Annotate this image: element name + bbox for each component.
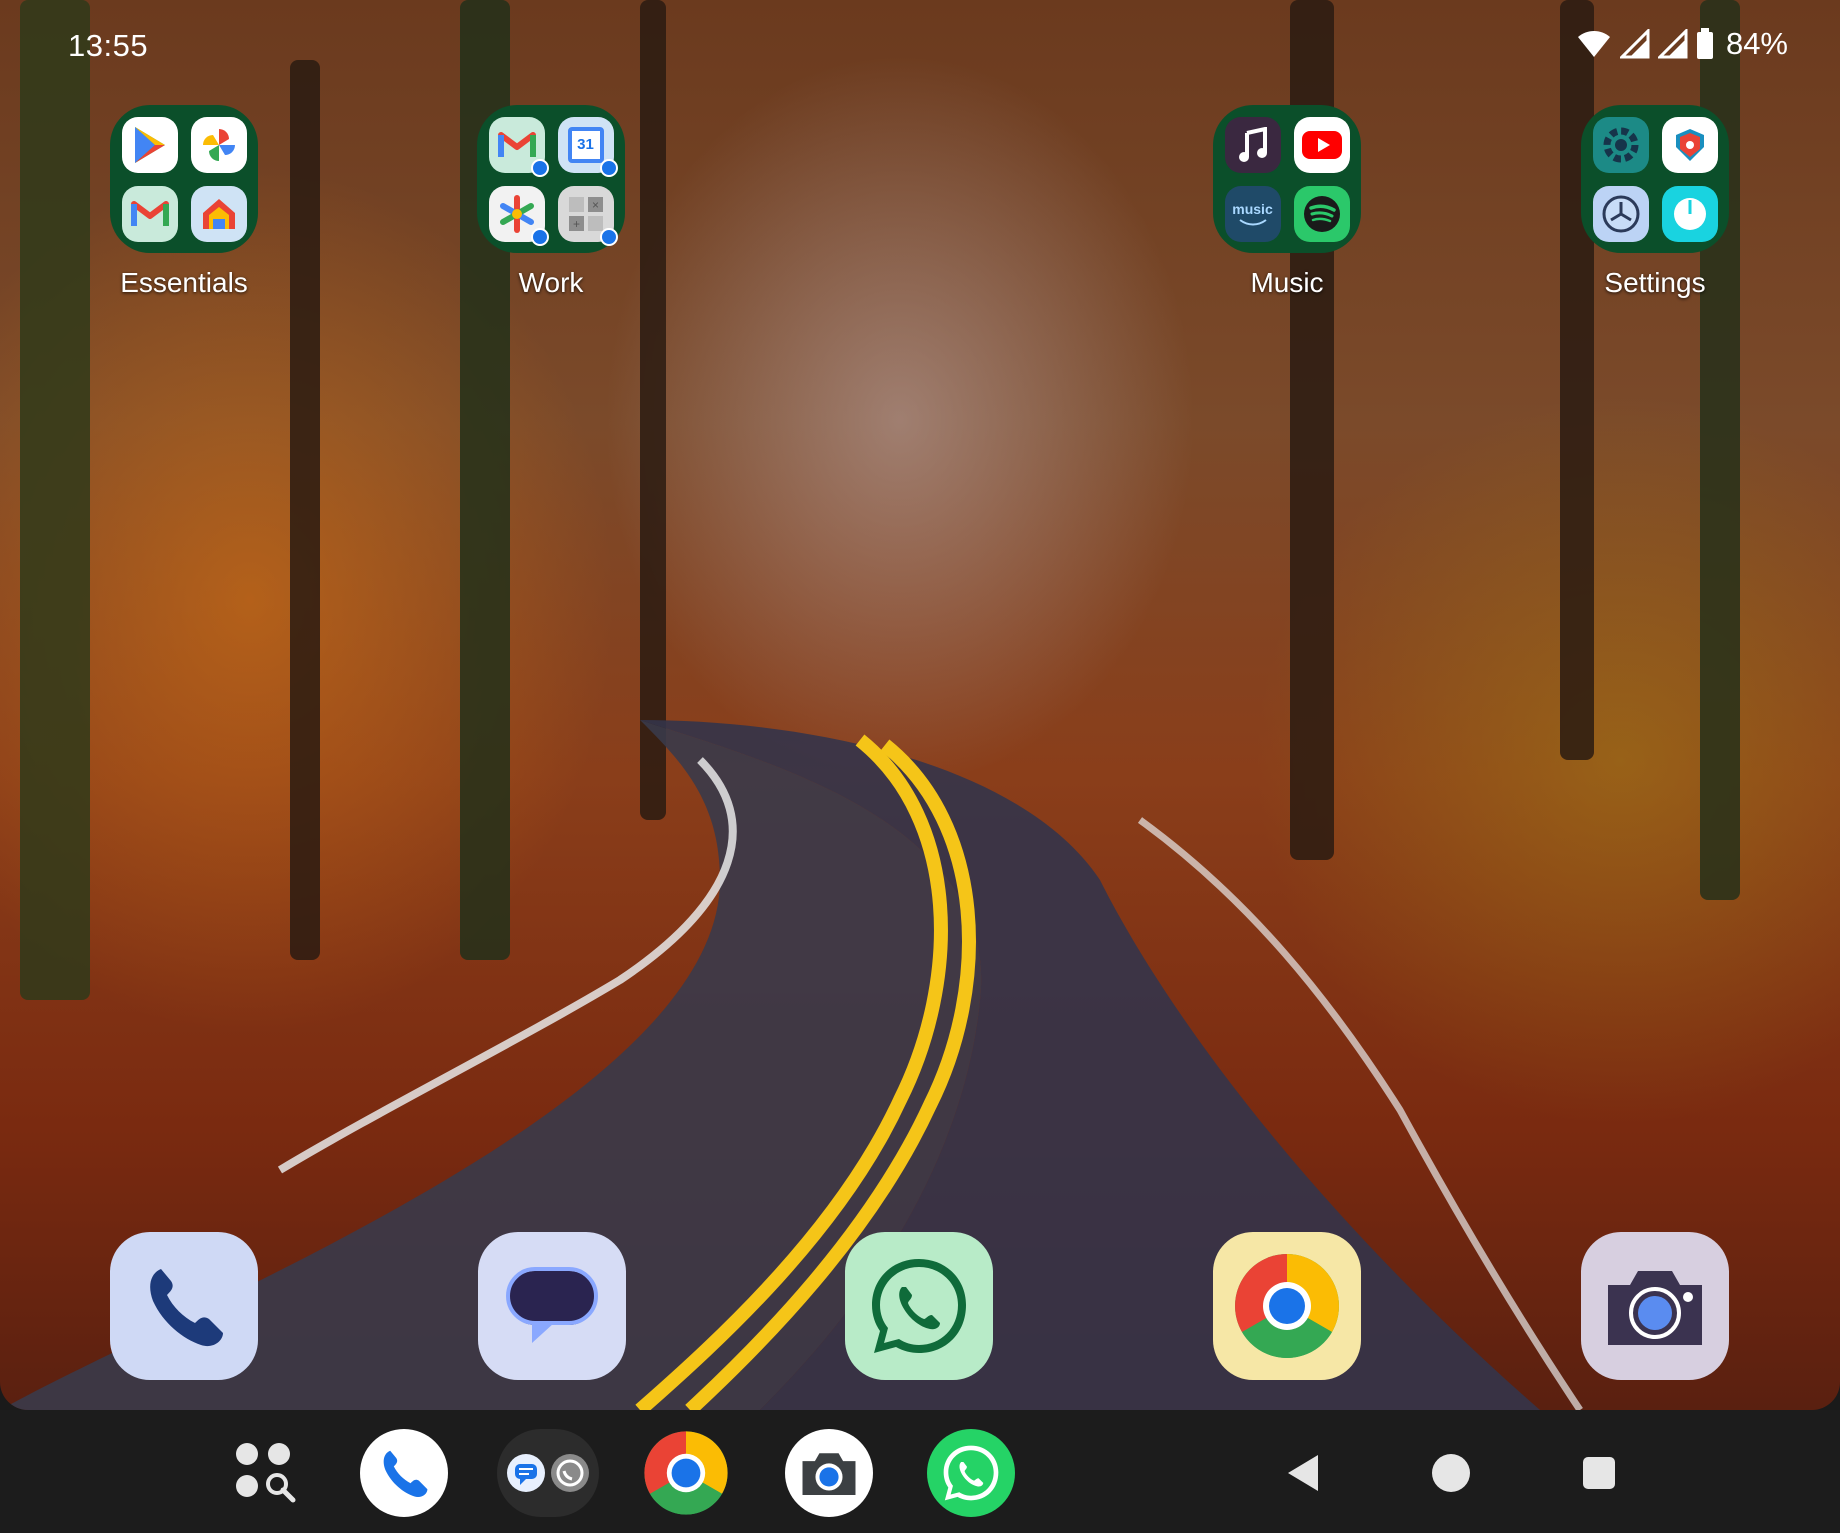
folder-music-box[interactable]: music [1213,105,1361,253]
app-drawer-icon[interactable] [222,1429,310,1517]
calendar-day: 31 [567,126,604,163]
messages-icon [507,1454,545,1492]
taskbar-messages-whatsapp-pair[interactable] [497,1429,599,1517]
status-icons: 84% [1576,26,1788,62]
dock-whatsapp-icon[interactable] [845,1232,993,1380]
signal-icon-2 [1657,29,1688,59]
settings-icon [1592,116,1649,173]
work-badge-icon [530,158,549,177]
taskbar-camera-icon[interactable] [785,1429,873,1517]
amazon-music-icon: music [1224,185,1281,242]
folder-label: Essentials [120,267,248,298]
folder-label: Settings [1604,267,1706,298]
home-icon [190,185,247,242]
status-time: 13:55 [68,28,149,63]
work-badge-icon [530,227,549,246]
work-badge-icon [599,227,618,246]
wallpaper [0,0,1840,1410]
recents-button[interactable] [1555,1429,1643,1517]
svg-text:+: + [573,217,580,231]
wifi-icon [1577,31,1610,57]
battery-percent: 84% [1725,26,1788,61]
folder-label: Work [518,267,584,298]
status-bar[interactable]: 13:55 84% [0,0,1840,90]
gmail-icon [121,185,178,242]
amazon-music-text: music [1232,200,1273,217]
recents-icon [1583,1457,1615,1489]
road-illustration [0,720,1583,1410]
timer-icon [1661,185,1718,242]
home-nav-icon [1432,1454,1470,1492]
spotify-icon [1293,185,1350,242]
signal-icon [1619,29,1650,59]
apple-music-icon [1224,116,1281,173]
gmail-work-icon [488,116,549,177]
clock-icon [1592,185,1649,242]
dock-messages-icon[interactable] [478,1232,626,1380]
folder-work-box[interactable]: 31 + × [477,105,625,253]
folder-work[interactable]: 31 + × Work [476,105,626,299]
folder-music[interactable]: music Music [1212,105,1362,299]
dock-chrome-icon[interactable] [1213,1232,1361,1380]
taskbar-whatsapp-icon[interactable] [927,1429,1015,1517]
work-badge-icon [599,158,618,177]
calculator-work-icon: + × [557,185,618,246]
play-store-icon [121,116,178,173]
taskbar-chrome-icon[interactable] [642,1429,730,1517]
dock-camera-icon[interactable] [1581,1232,1729,1380]
back-icon [1288,1455,1318,1491]
back-button[interactable] [1260,1429,1348,1517]
taskbar-phone-icon[interactable] [360,1429,448,1517]
svg-text:×: × [592,198,599,212]
calendar-work-icon: 31 [557,116,618,177]
folder-label: Music [1250,267,1324,298]
dock-phone-icon[interactable] [110,1232,258,1380]
whatsapp-icon [551,1454,589,1492]
slack-work-icon [488,185,549,246]
folder-settings-box[interactable] [1581,105,1729,253]
folder-settings[interactable]: Settings [1580,105,1730,299]
security-icon [1661,116,1718,173]
folder-essentials-box[interactable] [110,105,258,253]
folder-essentials[interactable]: Essentials [109,105,259,299]
home-button[interactable] [1407,1429,1495,1517]
youtube-icon [1293,116,1350,173]
photos-icon [190,116,247,173]
battery-icon [1696,28,1713,59]
